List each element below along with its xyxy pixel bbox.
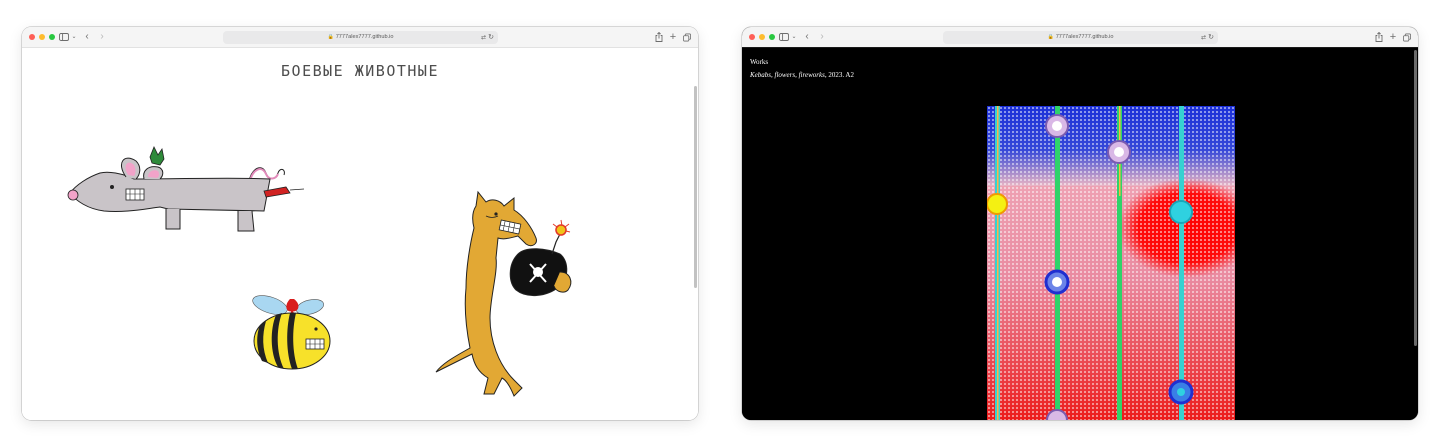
browser-toolbar: ⌄ ‹ › 🔒 7777alex7777.github.io ⇄ ↻ + — [742, 27, 1418, 48]
browser-window-right: ⌄ ‹ › 🔒 7777alex7777.github.io ⇄ ↻ + Work… — [742, 27, 1418, 420]
chevron-down-icon[interactable]: ⌄ — [791, 31, 797, 43]
mouse-illustration — [67, 146, 305, 232]
scrollbar[interactable] — [694, 86, 697, 288]
reload-icon[interactable]: ↻ — [1208, 33, 1214, 41]
translate-icon[interactable]: ⇄ — [1201, 34, 1206, 41]
artwork-caption: Kebabs, flowers, fireworks, 2023. A2 — [750, 71, 854, 79]
chevron-right-icon[interactable]: › — [818, 31, 826, 43]
tab-overview-icon[interactable] — [683, 31, 691, 43]
chevron-right-icon[interactable]: › — [98, 31, 106, 43]
window-controls — [29, 34, 55, 40]
share-icon[interactable] — [655, 31, 663, 43]
url-text: 7777alex7777.github.io — [1055, 34, 1114, 40]
zoom-button[interactable] — [769, 34, 775, 40]
close-button[interactable] — [29, 34, 35, 40]
window-controls — [749, 34, 775, 40]
dog-with-bomb-illustration — [435, 190, 572, 397]
chevron-left-icon[interactable]: ‹ — [83, 31, 91, 43]
url-text: 7777alex7777.github.io — [335, 34, 394, 40]
browser-toolbar: ⌄ ‹ › 🔒 7777alex7777.github.io ⇄ ↻ + — [22, 27, 698, 48]
zoom-button[interactable] — [49, 34, 55, 40]
translate-icon[interactable]: ⇄ — [481, 34, 486, 41]
close-button[interactable] — [749, 34, 755, 40]
artwork-details: , 2023. A2 — [824, 71, 854, 79]
artwork-image — [987, 106, 1235, 420]
sidebar-icon[interactable] — [59, 31, 69, 43]
scrollbar[interactable] — [1414, 50, 1417, 346]
browser-window-left: ⌄ ‹ › 🔒 7777alex7777.github.io ⇄ ↻ + БОЕВ… — [22, 27, 698, 420]
artwork-title: Kebabs, flowers, fireworks — [750, 71, 825, 79]
chevron-left-icon[interactable]: ‹ — [803, 31, 811, 43]
lock-icon: 🔒 — [327, 34, 334, 40]
page-content: БОЕВЫЕ ЖИВОТНЫЕ — [22, 48, 698, 420]
page-content: Works Kebabs, flowers, fireworks, 2023. … — [742, 48, 1418, 420]
minimize-button[interactable] — [759, 34, 765, 40]
lock-icon: 🔒 — [1047, 34, 1054, 40]
bee-illustration — [252, 295, 331, 370]
address-bar[interactable]: 🔒 7777alex7777.github.io ⇄ ↻ — [943, 31, 1218, 44]
share-icon[interactable] — [1375, 31, 1383, 43]
minimize-button[interactable] — [39, 34, 45, 40]
sidebar-icon[interactable] — [779, 31, 789, 43]
tab-overview-icon[interactable] — [1403, 31, 1411, 43]
plus-icon[interactable]: + — [669, 31, 677, 43]
plus-icon[interactable]: + — [1389, 31, 1397, 43]
page-title: БОЕВЫЕ ЖИВОТНЫЕ — [281, 62, 439, 80]
nav-link-works[interactable]: Works — [750, 58, 768, 66]
chevron-down-icon[interactable]: ⌄ — [71, 31, 77, 43]
reload-icon[interactable]: ↻ — [488, 33, 494, 41]
address-bar[interactable]: 🔒 7777alex7777.github.io ⇄ ↻ — [223, 31, 498, 44]
